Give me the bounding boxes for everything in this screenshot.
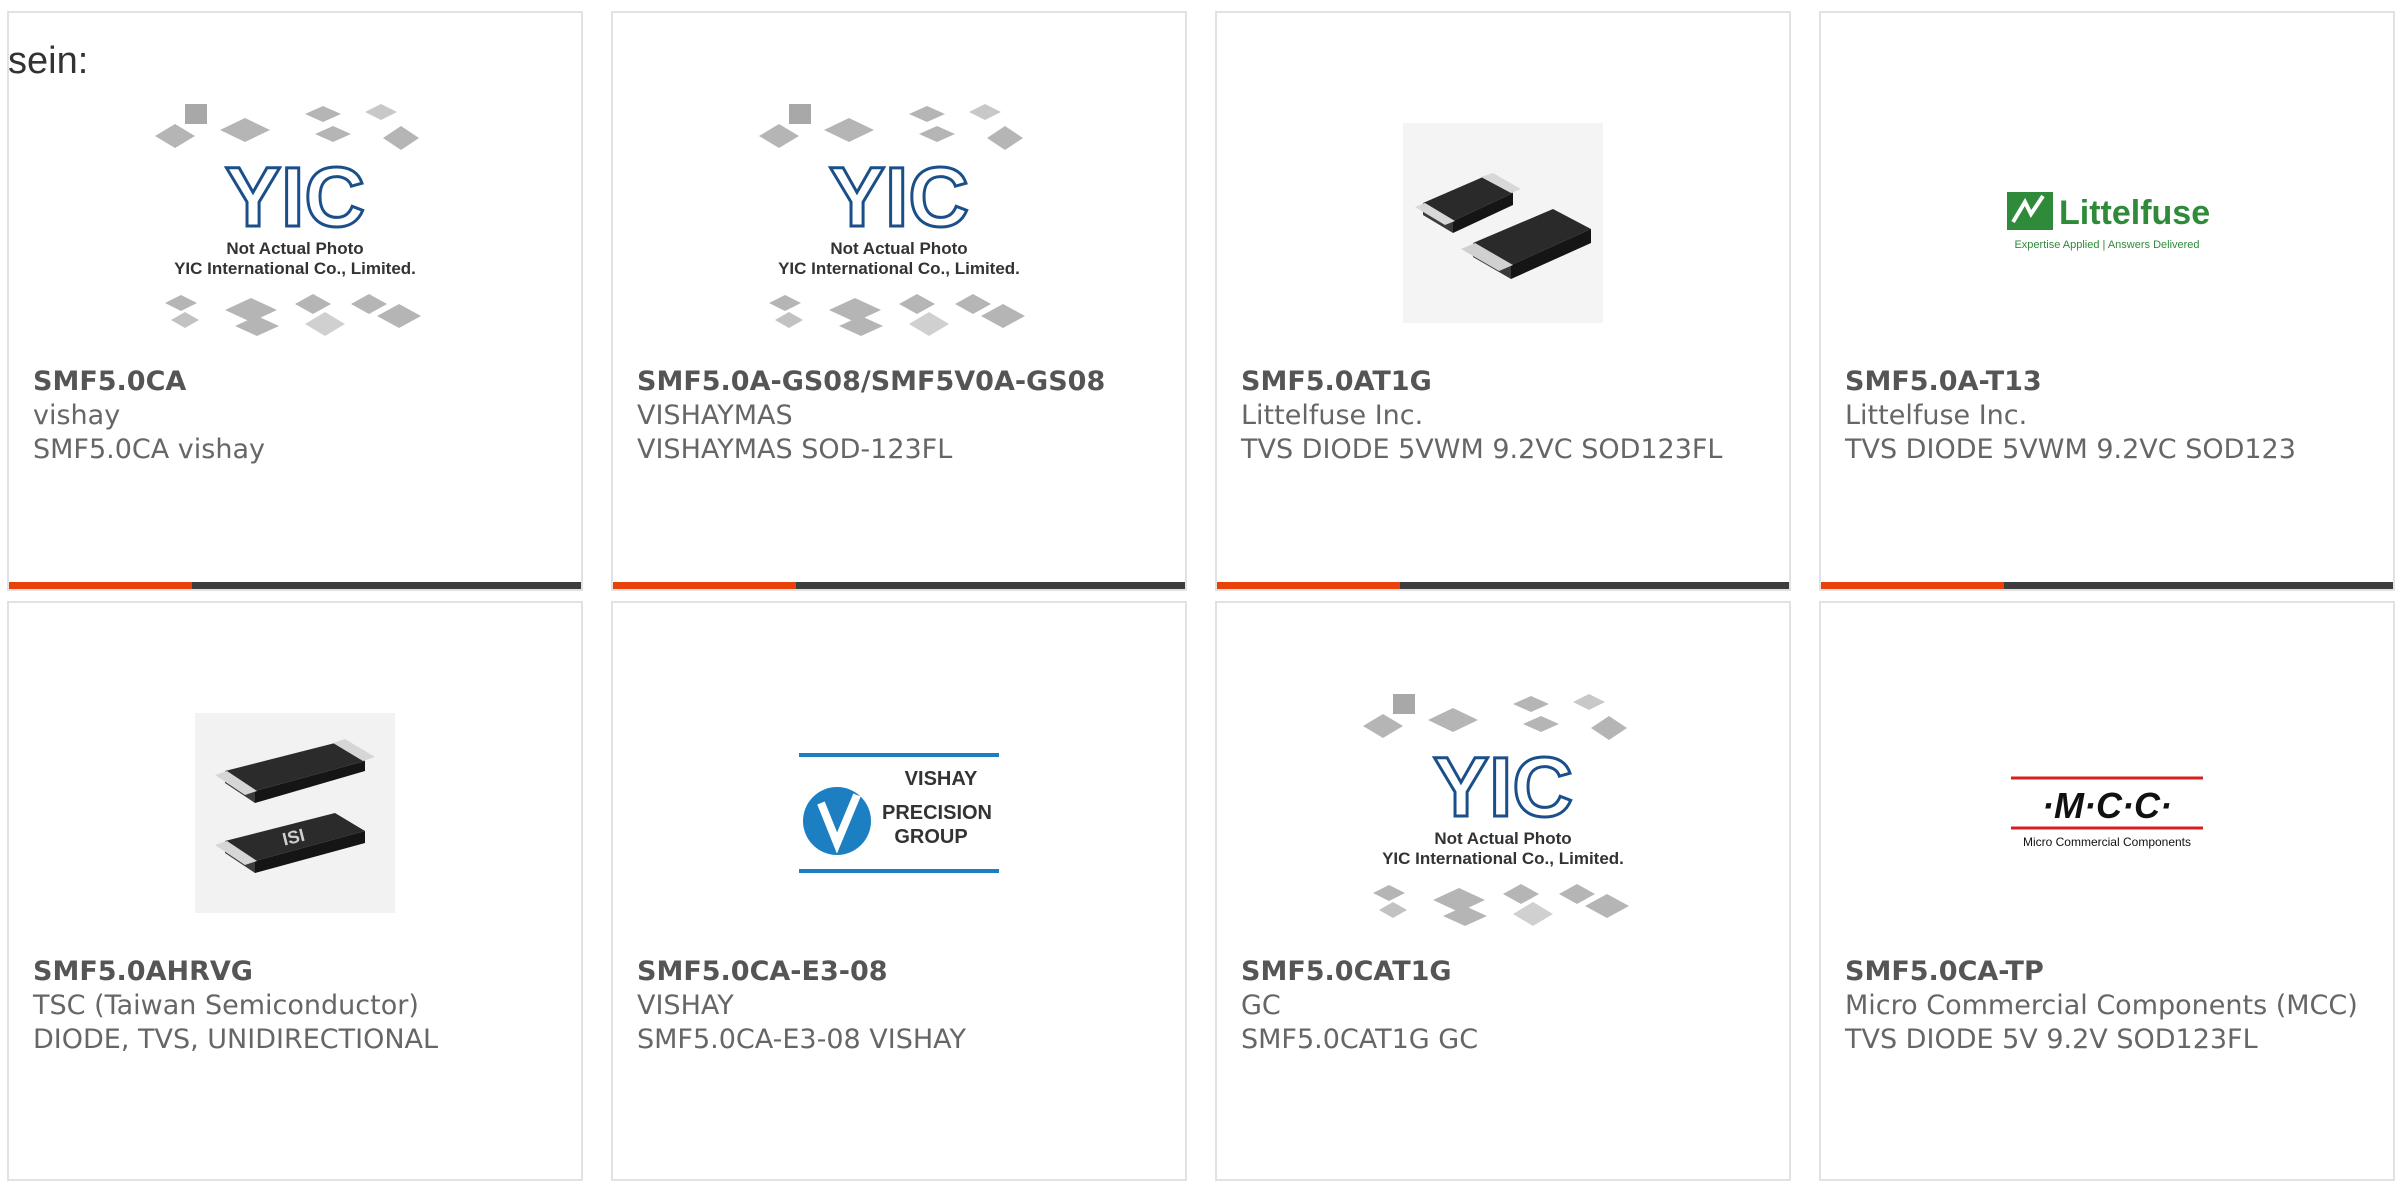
product-card[interactable]: YIC Not Actual Photo YIC International C… bbox=[611, 11, 1187, 591]
svg-text:Littelfuse: Littelfuse bbox=[2059, 194, 2210, 232]
svg-text:VISHAY: VISHAY bbox=[905, 768, 978, 790]
manufacturer: VISHAY bbox=[637, 990, 734, 1021]
card-bar bbox=[9, 582, 581, 589]
svg-text:YIC International Co., Limited: YIC International Co., Limited. bbox=[1382, 849, 1624, 868]
part-number[interactable]: SMF5.0CA-TP bbox=[1845, 955, 2369, 989]
description: SMF5.0CAT1G GC bbox=[1241, 1024, 1479, 1055]
svg-text:YIC International Co., Limited: YIC International Co., Limited. bbox=[174, 259, 416, 278]
product-card[interactable]: SMF5.0AT1G Littelfuse Inc. TVS DIODE 5VW… bbox=[1215, 11, 1791, 591]
product-image-mcc-logo: ·M·C·C· Micro Commercial Components bbox=[1821, 673, 2393, 953]
part-number[interactable]: SMF5.0CA-E3-08 bbox=[637, 955, 1161, 989]
part-number[interactable]: SMF5.0A-T13 bbox=[1845, 365, 2369, 399]
svg-text:Not Actual Photo: Not Actual Photo bbox=[226, 239, 363, 258]
manufacturer: vishay bbox=[33, 400, 121, 431]
part-number[interactable]: SMF5.0AHRVG bbox=[33, 955, 557, 989]
part-number[interactable]: SMF5.0CAT1G bbox=[1241, 955, 1765, 989]
svg-text:GROUP: GROUP bbox=[894, 826, 967, 848]
description: SMF5.0CA-E3-08 VISHAY bbox=[637, 1024, 967, 1055]
description: TVS DIODE 5VWM 9.2VC SOD123 bbox=[1845, 434, 2296, 465]
description: TVS DIODE 5V 9.2V SOD123FL bbox=[1845, 1024, 2258, 1055]
description: SMF5.0CA vishay bbox=[33, 434, 265, 465]
product-image-littelfuse-logo: Littelfuse Expertise Applied | Answers D… bbox=[1821, 83, 2393, 363]
svg-text:YIC International Co., Limited: YIC International Co., Limited. bbox=[778, 259, 1020, 278]
svg-text:Not Actual Photo: Not Actual Photo bbox=[1434, 829, 1571, 848]
yic-logo-text: YIC bbox=[1433, 740, 1573, 834]
intro-text: sein: bbox=[8, 40, 89, 82]
product-image-yic-placeholder: YIC Not Actual Photo YIC International C… bbox=[1217, 673, 1789, 953]
product-image-vishay-logo: VISHAY PRECISION GROUP bbox=[613, 673, 1185, 953]
description: DIODE, TVS, UNIDIRECTIONAL bbox=[33, 1024, 439, 1055]
product-image-diode-photo bbox=[1217, 83, 1789, 363]
svg-text:Not Actual Photo: Not Actual Photo bbox=[830, 239, 967, 258]
svg-text:Expertise Applied | Answers De: Expertise Applied | Answers Delivered bbox=[2014, 239, 2199, 251]
mcc-logo-text: ·M·C·C· bbox=[2042, 785, 2172, 826]
description: TVS DIODE 5VWM 9.2VC SOD123FL bbox=[1241, 434, 1723, 465]
description: VISHAYMAS SOD-123FL bbox=[637, 434, 953, 465]
product-image-tsc-diode-photo: ISI bbox=[9, 673, 581, 953]
manufacturer: VISHAYMAS bbox=[637, 400, 793, 431]
card-bar bbox=[1217, 582, 1789, 589]
product-card[interactable]: YIC Not Actual Photo YIC International C… bbox=[7, 11, 583, 591]
card-bar bbox=[1821, 582, 2393, 589]
svg-text:Micro Commercial Components: Micro Commercial Components bbox=[2023, 835, 2191, 849]
card-bar bbox=[613, 582, 1185, 589]
part-number[interactable]: SMF5.0AT1G bbox=[1241, 365, 1765, 399]
yic-logo-text: YIC bbox=[225, 150, 365, 244]
part-number[interactable]: SMF5.0A-GS08/SMF5V0A-GS08 bbox=[637, 365, 1161, 399]
manufacturer: Littelfuse Inc. bbox=[1845, 400, 2028, 431]
manufacturer: Micro Commercial Components (MCC) bbox=[1845, 990, 2358, 1021]
product-card[interactable]: Littelfuse Expertise Applied | Answers D… bbox=[1819, 11, 2395, 591]
part-number[interactable]: SMF5.0CA bbox=[33, 365, 557, 399]
manufacturer: GC bbox=[1241, 990, 1281, 1021]
manufacturer: TSC (Taiwan Semiconductor) bbox=[33, 990, 419, 1021]
product-image-yic-placeholder: YIC Not Actual Photo YIC International C… bbox=[613, 83, 1185, 363]
manufacturer: Littelfuse Inc. bbox=[1241, 400, 1424, 431]
product-card[interactable]: YIC Not Actual Photo YIC International C… bbox=[1215, 601, 1791, 1181]
yic-logo-text: YIC bbox=[829, 150, 969, 244]
svg-text:PRECISION: PRECISION bbox=[882, 802, 992, 824]
product-image-yic-placeholder: YIC Not Actual Photo YIC International C… bbox=[9, 83, 581, 363]
product-card[interactable]: ISI SMF5.0AHRVG TSC (Taiwan Semiconducto… bbox=[7, 601, 583, 1181]
product-card[interactable]: ·M·C·C· Micro Commercial Components SMF5… bbox=[1819, 601, 2395, 1181]
product-card[interactable]: VISHAY PRECISION GROUP SMF5.0CA-E3-08 VI… bbox=[611, 601, 1187, 1181]
